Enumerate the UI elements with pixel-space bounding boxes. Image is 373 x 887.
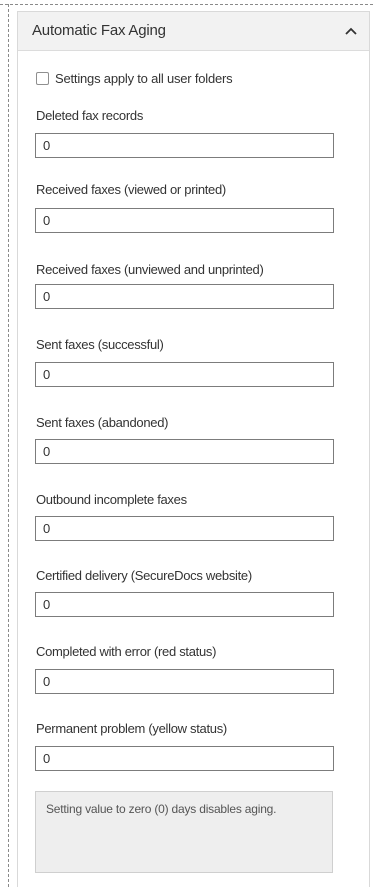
received-unviewed-label: Received faxes (unviewed and unprinted) <box>36 262 264 277</box>
received-viewed-input[interactable] <box>35 208 334 233</box>
permanent-problem-input[interactable] <box>35 746 334 771</box>
certified-delivery-input[interactable] <box>35 592 334 617</box>
selection-outline-top <box>0 4 373 5</box>
sent-successful-input[interactable] <box>35 362 334 387</box>
apply-all-folders-label: Settings apply to all user folders <box>55 71 233 86</box>
apply-all-folders-option[interactable]: Settings apply to all user folders <box>36 71 233 86</box>
deleted-fax-records-label: Deleted fax records <box>36 108 144 123</box>
completed-with-error-label: Completed with error (red status) <box>36 644 217 659</box>
completed-with-error-input[interactable] <box>35 669 334 694</box>
outbound-incomplete-label: Outbound incomplete faxes <box>36 492 187 507</box>
deleted-fax-records-input[interactable] <box>35 133 334 158</box>
apply-all-folders-checkbox[interactable] <box>36 72 49 85</box>
sent-successful-label: Sent faxes (successful) <box>36 337 164 352</box>
outbound-incomplete-input[interactable] <box>35 516 334 541</box>
chevron-up-icon[interactable] <box>343 24 359 38</box>
permanent-problem-label: Permanent problem (yellow status) <box>36 721 227 736</box>
certified-delivery-label: Certified delivery (SecureDocs website) <box>36 568 252 583</box>
panel-header[interactable]: Automatic Fax Aging <box>18 12 369 51</box>
panel-title: Automatic Fax Aging <box>32 22 166 39</box>
selection-outline-left <box>8 4 9 887</box>
sent-abandoned-label: Sent faxes (abandoned) <box>36 415 169 430</box>
sent-abandoned-input[interactable] <box>35 439 334 464</box>
received-viewed-label: Received faxes (viewed or printed) <box>36 182 226 197</box>
automatic-fax-aging-panel: Automatic Fax Aging Settings apply to al… <box>17 11 370 887</box>
aging-notice: Setting value to zero (0) days disables … <box>35 791 333 873</box>
received-unviewed-input[interactable] <box>35 284 334 309</box>
